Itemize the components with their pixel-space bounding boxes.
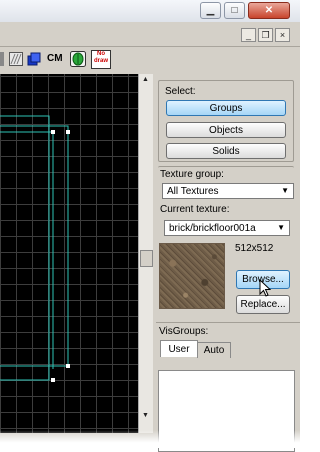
title-bar: ▁ □ ✕	[0, 0, 300, 23]
restore-icon: ❐	[261, 29, 270, 40]
scroll-up-icon[interactable]: ▲	[142, 76, 149, 83]
texture-lock-icon[interactable]	[9, 52, 23, 66]
texture-group-label: Texture group:	[160, 169, 224, 180]
current-texture-label: Current texture:	[160, 204, 230, 215]
cube-icon[interactable]	[27, 52, 41, 66]
scroll-down-icon[interactable]: ▼	[142, 412, 149, 419]
mouse-cursor-icon	[259, 279, 271, 297]
select-group: Select: Groups Objects Solids	[158, 80, 294, 162]
divider	[156, 322, 300, 323]
current-texture-dropdown[interactable]: brick/brickfloor001a ▼	[164, 220, 290, 236]
chevron-down-icon: ▼	[277, 223, 285, 232]
leaf-toggle-icon[interactable]	[70, 51, 86, 67]
toolbar: CM No draw	[0, 47, 150, 71]
doc-close-button[interactable]: ×	[275, 28, 290, 42]
no-draw-toggle[interactable]: No draw	[91, 50, 111, 69]
minimize-button[interactable]: ▁	[200, 2, 221, 19]
doc-minimize-button[interactable]: _	[241, 28, 256, 42]
select-label: Select:	[165, 86, 196, 97]
document-control-bar: _ ❐ ×	[0, 22, 300, 47]
texture-group-value: All Textures	[167, 185, 219, 197]
select-solids-button[interactable]: Solids	[166, 143, 286, 159]
viewport-scrollbar[interactable]: ▲ ▼	[138, 74, 153, 433]
bottom-fade	[0, 430, 300, 448]
texture-size: 512x512	[235, 243, 274, 254]
selection-outline	[0, 115, 70, 382]
close-icon: ×	[279, 30, 286, 40]
visgroups-label: VisGroups:	[159, 326, 209, 337]
select-objects-button[interactable]: Objects	[166, 122, 286, 138]
doc-restore-button[interactable]: ❐	[258, 28, 273, 42]
select-groups-button[interactable]: Groups	[166, 100, 286, 116]
minimize-icon: ▁	[206, 4, 215, 16]
chevron-down-icon: ▼	[281, 186, 289, 195]
close-button[interactable]: ✕	[248, 2, 290, 19]
close-icon: ✕	[264, 4, 274, 16]
cordon-toggle-label[interactable]: CM	[47, 53, 63, 64]
maximize-icon: □	[231, 4, 238, 16]
tab-auto[interactable]: Auto	[197, 342, 231, 358]
map-viewport[interactable]	[0, 74, 138, 433]
tab-user[interactable]: User	[160, 340, 198, 357]
texture-group-dropdown[interactable]: All Textures ▼	[162, 183, 294, 199]
scroll-thumb[interactable]	[140, 250, 153, 267]
no-draw-label: draw	[93, 58, 108, 64]
texture-preview	[159, 243, 225, 309]
editor-window: ▁ □ ✕ _ ❐ × CM No draw ▲ ▼ Select: Group…	[0, 0, 300, 452]
minimize-icon: _	[245, 30, 251, 40]
maximize-button[interactable]: □	[224, 2, 245, 19]
object-panel: Select: Groups Objects Solids Texture gr…	[153, 74, 300, 452]
toolbar-edge	[0, 52, 4, 66]
current-texture-value: brick/brickfloor001a	[169, 222, 256, 234]
no-draw-label: No	[97, 51, 105, 57]
